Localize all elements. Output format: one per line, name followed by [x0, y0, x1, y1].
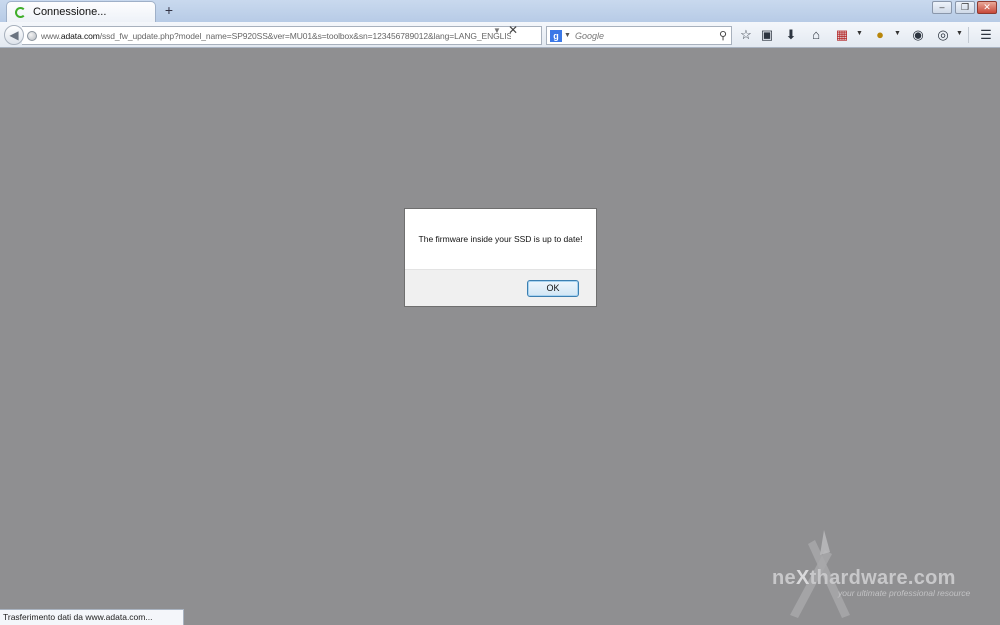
title-bar: Connessione... + – ❐ ✕ — [0, 0, 1000, 22]
pdf-addon-icon[interactable]: ▦ — [834, 27, 850, 43]
menu-icon[interactable]: ☰ — [978, 27, 994, 43]
back-button[interactable]: ◀ — [4, 25, 24, 45]
google-engine-icon[interactable]: g — [550, 29, 562, 42]
dialog-footer: OK — [405, 269, 596, 306]
alert-dialog: The firmware inside your SSD is up to da… — [404, 208, 597, 307]
screen-addon-icon[interactable]: ◎ — [935, 27, 951, 43]
tab-title: Connessione... — [33, 6, 107, 18]
reading-list-icon[interactable]: ▣ — [759, 27, 775, 43]
search-icon[interactable]: ⚲ — [715, 29, 731, 42]
url-history-dropdown-icon[interactable]: ▼ — [493, 26, 501, 35]
search-placeholder[interactable]: Google — [575, 31, 715, 41]
new-tab-button[interactable]: + — [162, 3, 176, 17]
browser-tab[interactable]: Connessione... — [6, 1, 156, 22]
site-identity-icon[interactable] — [27, 30, 37, 41]
addon-icon[interactable]: ● — [872, 27, 888, 43]
search-bar[interactable]: g ▼ Google ⚲ — [546, 26, 732, 45]
close-window-button[interactable]: ✕ — [977, 1, 997, 14]
ok-button[interactable]: OK — [527, 280, 579, 297]
back-arrow-icon: ◀ — [9, 28, 19, 42]
address-bar[interactable]: www.adata.com/ssd_fw_update.php?model_na… — [22, 26, 542, 45]
dialog-message: The firmware inside your SSD is up to da… — [418, 234, 583, 244]
maximize-button[interactable]: ❐ — [955, 1, 975, 14]
watermark-tagline: your ultimate professional resource — [838, 588, 971, 598]
screen-addon-dropdown-icon[interactable]: ▼ — [956, 30, 963, 37]
privacy-addon-icon[interactable]: ◉ — [910, 27, 926, 43]
navigation-toolbar: www.adata.com/ssd_fw_update.php?model_na… — [0, 22, 1000, 48]
home-icon[interactable]: ⌂ — [808, 27, 824, 43]
pdf-addon-dropdown-icon[interactable]: ▼ — [856, 30, 863, 37]
status-bar: Trasferimento dati da www.adata.com... — [0, 609, 184, 625]
loading-spinner-icon — [15, 6, 26, 18]
watermark-brand: neXthardware.com — [772, 567, 956, 589]
engine-dropdown-icon[interactable]: ▼ — [564, 32, 571, 39]
download-icon[interactable]: ⬇ — [783, 27, 799, 43]
minimize-button[interactable]: – — [932, 1, 952, 14]
addon-dropdown-icon[interactable]: ▼ — [894, 30, 901, 37]
stop-loading-button[interactable]: ✕ — [508, 23, 518, 37]
address-url[interactable]: www.adata.com/ssd_fw_update.php?model_na… — [41, 31, 511, 41]
toolbar-divider — [968, 27, 969, 43]
bookmark-star-icon[interactable]: ☆ — [738, 27, 754, 43]
